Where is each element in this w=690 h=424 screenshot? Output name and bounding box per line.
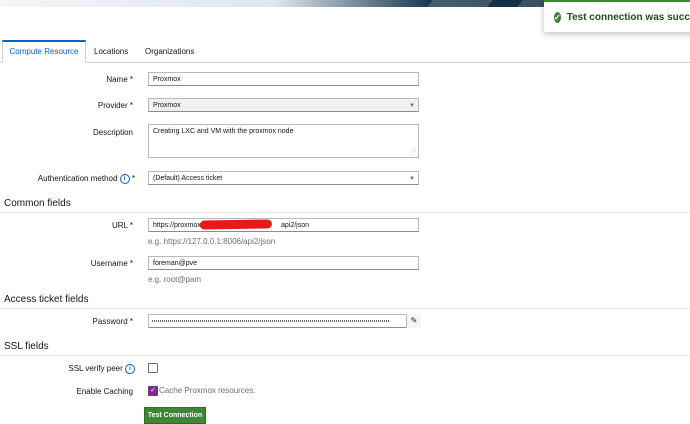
- url-help: e.g. https://127.0.0.1:8006/api2/json: [148, 237, 276, 246]
- section-divider: [0, 308, 690, 309]
- description-value: Creating LXC and VM with the proxmox nod…: [153, 128, 294, 135]
- ssl-verify-checkbox[interactable]: [148, 363, 158, 373]
- url-value-start: https://proxmox: [153, 222, 201, 229]
- tab-locations[interactable]: Locations: [94, 41, 128, 62]
- access-ticket-heading: Access ticket fields: [4, 294, 89, 305]
- username-help: e.g. root@pam: [148, 275, 202, 284]
- toast-message: Test connection was successful: [566, 11, 690, 23]
- section-divider: [0, 355, 690, 356]
- tab-compute-resource[interactable]: Compute Resource: [2, 40, 86, 63]
- info-icon[interactable]: i: [125, 364, 135, 374]
- info-icon[interactable]: i: [119, 174, 130, 184]
- auth-method-label: Authentication method i *: [0, 174, 135, 184]
- success-toast[interactable]: ✓ Test connection was successful: [544, 0, 690, 32]
- caching-label: Enable Caching: [76, 387, 133, 396]
- tab-bar: Compute Resource Locations Organizations: [0, 40, 690, 63]
- username-label: Username *: [90, 259, 133, 268]
- auth-method-text: Authentication method: [37, 174, 118, 184]
- section-divider: [0, 212, 690, 213]
- url-value-end: api2/json: [281, 222, 310, 229]
- test-connection-button[interactable]: Test Connection: [144, 407, 206, 424]
- ssl-fields-heading: SSL fields: [4, 341, 49, 352]
- resize-grip-icon[interactable]: ⟋: [412, 149, 416, 156]
- caret-down-icon: ▼: [409, 103, 415, 109]
- caching-checkbox[interactable]: ✓: [148, 386, 158, 396]
- check-circle-icon: ✓: [554, 11, 561, 23]
- caret-down-icon: ▼: [409, 176, 415, 182]
- auth-method-select[interactable]: (Default) Access ticket ▼: [148, 171, 419, 185]
- provider-value: Proxmox: [153, 102, 181, 109]
- tab-organizations[interactable]: Organizations: [145, 41, 194, 62]
- description-textarea[interactable]: Creating LXC and VM with the proxmox nod…: [148, 124, 419, 158]
- password-label: Password *: [92, 317, 133, 326]
- url-field[interactable]: https://proxmox api2/json: [148, 218, 419, 232]
- pencil-icon[interactable]: ✎: [406, 314, 421, 328]
- name-field[interactable]: Proxmox: [148, 72, 419, 86]
- auth-required-mark: *: [131, 174, 135, 184]
- auth-method-value: (Default) Access ticket: [153, 175, 223, 182]
- provider-select[interactable]: Proxmox ▼: [148, 98, 419, 112]
- password-mask: [152, 320, 390, 322]
- username-field[interactable]: foreman@pve: [148, 256, 419, 270]
- ssl-verify-text: SSL verify peer: [68, 364, 123, 374]
- common-fields-heading: Common fields: [4, 198, 71, 209]
- description-label: Description: [92, 128, 133, 137]
- redaction-mark: [199, 219, 273, 230]
- url-label: URL *: [111, 221, 133, 230]
- caching-text: Cache Proxmox resources.: [159, 386, 256, 395]
- banner-stripe: [427, 0, 493, 7]
- ssl-verify-label: SSL verify peer i: [0, 364, 135, 374]
- name-label: Name *: [106, 75, 133, 84]
- provider-label: Provider *: [97, 101, 133, 110]
